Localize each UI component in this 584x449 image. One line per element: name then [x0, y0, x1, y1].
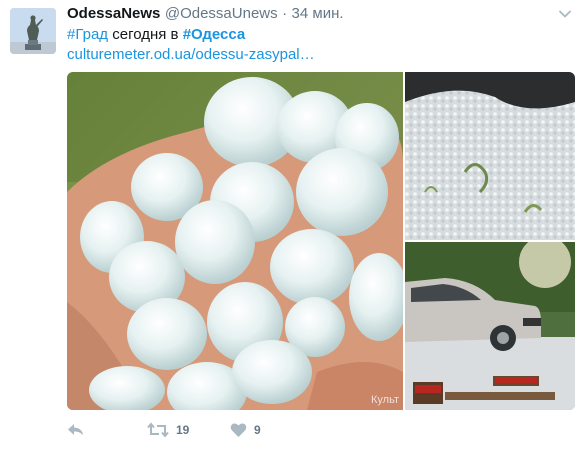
tweet-link[interactable]: culturemeter.od.ua/odessu-zasypal… [67, 45, 315, 65]
like-button[interactable]: 9 [230, 420, 261, 440]
media-grid: Культ [67, 72, 575, 410]
display-name[interactable]: OdessaNews [67, 5, 160, 22]
photo-watermark: Культ [371, 394, 399, 406]
hailstones-photo[interactable]: Культ [67, 72, 403, 410]
heart-icon [230, 422, 247, 438]
retweet-button[interactable]: 19 [147, 420, 189, 440]
reply-button[interactable] [67, 420, 85, 440]
user-handle[interactable]: @OdessaUnews [165, 5, 278, 22]
timestamp[interactable]: 34 мин. [292, 5, 344, 22]
avatar[interactable] [10, 8, 56, 54]
reply-icon [67, 422, 85, 438]
like-count: 9 [254, 423, 261, 437]
hashtag-grad[interactable]: #Град [67, 26, 108, 43]
retweet-icon [147, 422, 169, 438]
tweet-text: #Град сегодня в #Одесса [67, 25, 245, 45]
chevron-down-icon[interactable] [558, 7, 572, 21]
tweet-header: OdessaNews @OdessaUnews · 34 мин. [67, 5, 574, 25]
tweet-actions: 19 9 [67, 420, 467, 440]
hashtag-odessa[interactable]: #Одесса [183, 26, 246, 43]
separator-dot: · [282, 5, 288, 22]
tweet-text-middle: сегодня в [108, 26, 183, 43]
car-hail-photo[interactable] [405, 242, 575, 410]
retweet-count: 19 [176, 423, 190, 437]
hail-ground-photo[interactable] [405, 72, 575, 240]
statue-image [10, 8, 56, 54]
